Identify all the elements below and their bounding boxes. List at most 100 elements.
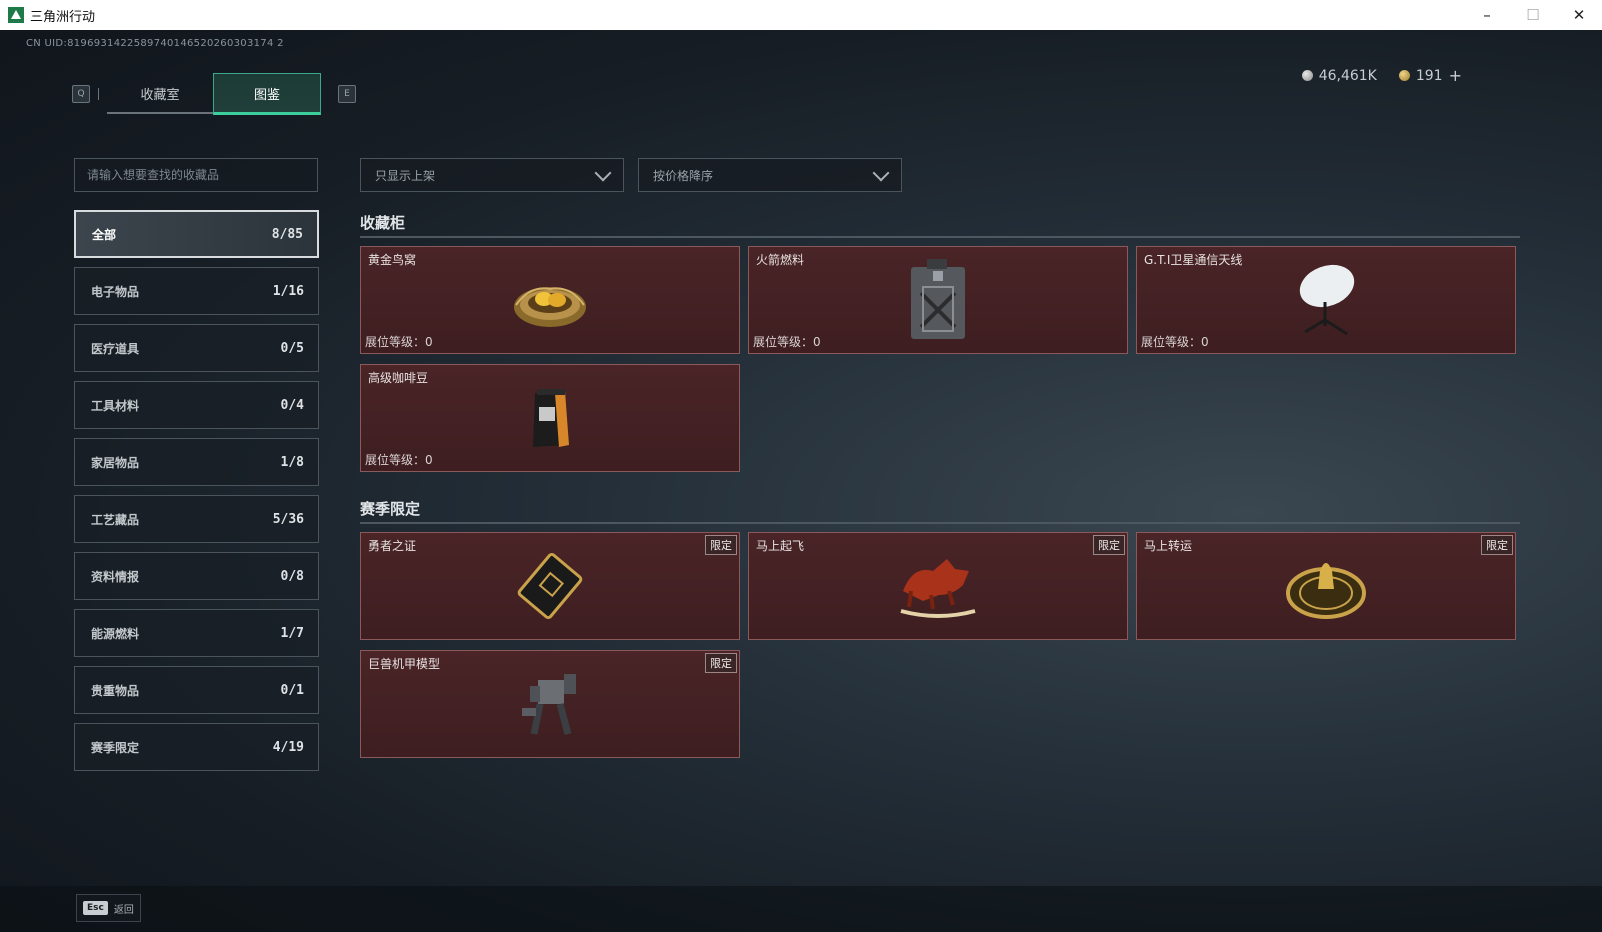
category-count: 0/5 [280, 340, 304, 356]
next-tab-key-hint[interactable]: E [338, 85, 356, 103]
category-count: 0/4 [280, 397, 304, 413]
satellite-dish-icon [1299, 264, 1355, 336]
close-button[interactable]: ✕ [1556, 0, 1602, 30]
category-label: 赛季限定 [91, 740, 140, 755]
category-count: 8/85 [271, 226, 303, 242]
gold-coin-icon [1398, 70, 1410, 81]
item-name: 火箭燃料 [756, 253, 805, 267]
app-logo-icon [8, 7, 24, 23]
category-all[interactable]: 全部 8/85 [74, 210, 319, 258]
category-count: 4/19 [272, 739, 304, 755]
back-button[interactable]: Esc 返回 [76, 894, 141, 922]
display-level: 展位等级：0 [365, 453, 433, 467]
tab-collection-room[interactable]: 收藏室 [107, 74, 213, 114]
item-name: 勇者之证 [368, 539, 417, 553]
prev-tab-key-hint[interactable]: Q [72, 85, 90, 103]
mech-model-icon [522, 674, 576, 735]
display-filter-value: 只显示上架 [375, 168, 436, 183]
display-level: 展位等级：0 [753, 335, 821, 349]
limited-badge: 限定 [705, 653, 737, 673]
window-controls: – ☐ ✕ [1464, 0, 1602, 30]
item-name: 巨兽机甲模型 [368, 657, 441, 671]
fuel-canister-icon [911, 259, 965, 339]
limited-badge: 限定 [1093, 535, 1125, 555]
item-name: 马上转运 [1144, 539, 1193, 553]
collectible-card[interactable]: 勇者之证 限定 [360, 532, 740, 640]
silver-coin-icon [1301, 70, 1313, 81]
brave-card-icon [517, 552, 583, 620]
gold-amount: 191 [1415, 67, 1443, 84]
section-title-season: 赛季限定 [360, 500, 421, 518]
silver-amount: 46,461K [1318, 67, 1377, 84]
category-tools[interactable]: 工具材料 0/4 [74, 381, 319, 429]
category-list: 全部 8/85 电子物品 1/16 医疗道具 0/5 工具材料 0/4 家居物品… [74, 210, 319, 780]
display-level: 展位等级：0 [1141, 335, 1209, 349]
category-season-limited[interactable]: 赛季限定 4/19 [74, 723, 319, 771]
collectible-card[interactable]: 黄金鸟窝 展位等级：0 [360, 246, 740, 354]
user-uid: CN UID:8196931422589740146520260303174 2 [26, 38, 284, 49]
item-name: G.T.I卫星通信天线 [1144, 253, 1243, 267]
coffee-bag-icon [533, 389, 569, 447]
search-input[interactable] [74, 158, 318, 192]
category-label: 全部 [92, 227, 117, 242]
category-count: 5/36 [272, 511, 304, 527]
section-title-cabinet: 收藏柜 [360, 214, 406, 232]
item-name: 马上起飞 [756, 539, 805, 553]
limited-badge: 限定 [705, 535, 737, 555]
category-energy[interactable]: 能源燃料 1/7 [74, 609, 319, 657]
maximize-button[interactable]: ☐ [1510, 0, 1556, 30]
category-count: 1/16 [272, 283, 304, 299]
category-electronics[interactable]: 电子物品 1/16 [74, 267, 319, 315]
red-horse-icon [900, 559, 976, 618]
category-household[interactable]: 家居物品 1/8 [74, 438, 319, 486]
category-label: 家居物品 [91, 455, 140, 470]
esc-key-hint: Esc [83, 901, 108, 915]
category-intel[interactable]: 资料情报 0/8 [74, 552, 319, 600]
gold-currency: 191 + [1398, 66, 1462, 85]
tab-spacer [329, 88, 330, 100]
category-crafts[interactable]: 工艺藏品 5/36 [74, 495, 319, 543]
currency-display: 46,461K 191 + [1301, 66, 1462, 85]
sort-dropdown[interactable]: 按价格降序 [638, 158, 902, 192]
back-label: 返回 [113, 904, 134, 916]
category-count: 1/7 [280, 625, 304, 641]
category-label: 工艺藏品 [91, 512, 140, 527]
category-label: 能源燃料 [91, 626, 140, 641]
category-label: 资料情报 [91, 569, 140, 584]
footer-bar [0, 886, 1602, 932]
tab-catalog[interactable]: 图鉴 [213, 73, 321, 115]
collectible-card[interactable]: 火箭燃料 展位等级：0 [748, 246, 1128, 354]
display-filter-dropdown[interactable]: 只显示上架 [360, 158, 624, 192]
golden-nest-icon [514, 287, 586, 327]
collectible-card[interactable]: G.T.I卫星通信天线 展位等级：0 [1136, 246, 1516, 354]
collectible-card[interactable]: 高级咖啡豆 展位等级：0 [360, 364, 740, 472]
collectible-card[interactable]: 巨兽机甲模型 限定 [360, 650, 740, 758]
category-valuables[interactable]: 贵重物品 0/1 [74, 666, 319, 714]
category-label: 医疗道具 [91, 341, 140, 356]
limited-badge: 限定 [1481, 535, 1513, 555]
item-name: 高级咖啡豆 [368, 371, 429, 385]
section-divider [360, 236, 1520, 238]
category-label: 贵重物品 [91, 683, 140, 698]
sort-value: 按价格降序 [653, 168, 714, 183]
add-currency-button[interactable]: + [1449, 66, 1462, 85]
minimize-button[interactable]: – [1464, 0, 1510, 30]
chevron-down-icon [594, 164, 612, 181]
top-tabs: Q 收藏室 图鉴 E [72, 73, 356, 115]
section-divider [360, 522, 1520, 524]
display-level: 展位等级：0 [365, 335, 433, 349]
item-name: 黄金鸟窝 [368, 253, 417, 267]
category-label: 电子物品 [91, 284, 140, 299]
category-label: 工具材料 [91, 398, 140, 413]
window-title: 三角洲行动 [30, 9, 96, 25]
gold-wheel-icon [1286, 563, 1366, 619]
silver-currency: 46,461K [1301, 66, 1377, 85]
category-count: 1/8 [280, 454, 304, 470]
category-count: 0/1 [280, 682, 304, 698]
category-medical[interactable]: 医疗道具 0/5 [74, 324, 319, 372]
chevron-down-icon [872, 164, 890, 181]
window-titlebar: 三角洲行动 – ☐ ✕ [0, 0, 1602, 30]
category-count: 0/8 [280, 568, 304, 584]
collectible-card[interactable]: 马上转运 限定 [1136, 532, 1516, 640]
collectible-card[interactable]: 马上起飞 限定 [748, 532, 1128, 640]
